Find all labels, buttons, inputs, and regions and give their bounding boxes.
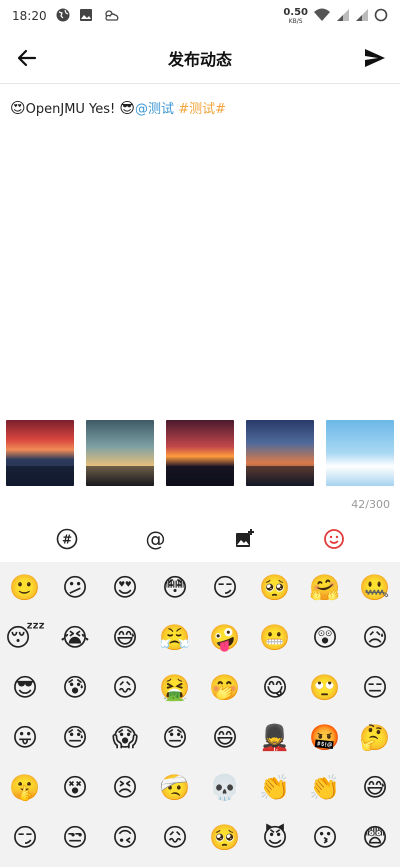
emoji-item[interactable]: 💂	[250, 712, 300, 762]
network-speed-value: 0.50	[283, 6, 308, 18]
emoji-item[interactable]: 🤐	[350, 562, 400, 612]
signal-icon	[336, 8, 350, 25]
emoji-item[interactable]: 😑	[350, 662, 400, 712]
emoji-item[interactable]: 🤮	[150, 662, 200, 712]
emoji-item[interactable]: 🤔	[350, 712, 400, 762]
emoji-item[interactable]: 😖	[150, 812, 200, 862]
emoji-item[interactable]: 😕	[50, 562, 100, 612]
image-thumbnail[interactable]	[246, 420, 314, 486]
emoji-item[interactable]: 😄	[200, 712, 250, 762]
emoji-icon	[323, 529, 344, 549]
image-thumbnail[interactable]	[326, 420, 394, 486]
wifi-icon	[313, 8, 331, 25]
emoji-button[interactable]	[321, 526, 347, 552]
emoji-item[interactable]: 🙂	[0, 562, 50, 612]
emoji-item[interactable]: 😭	[50, 612, 100, 662]
app-bar: 发布动态	[0, 32, 400, 84]
emoji-item[interactable]: 😏	[0, 812, 50, 862]
emoji-item[interactable]: 😍	[100, 562, 150, 612]
emoji-item[interactable]: 😗	[300, 812, 350, 862]
emoji-item[interactable]: 😓	[150, 712, 200, 762]
emoji-item[interactable]: 🤕	[150, 762, 200, 812]
post-content-editor[interactable]: 😍OpenJMU Yes! 😎@测试 #测试#	[10, 98, 390, 120]
network-speed: 0.50 KB/S	[283, 6, 308, 25]
emoji-item[interactable]: 😵	[50, 762, 100, 812]
image-thumbnail[interactable]	[86, 420, 154, 486]
send-icon[interactable]	[362, 45, 388, 71]
emoji-item[interactable]: 💀	[200, 762, 250, 812]
page-title: 发布动态	[167, 49, 232, 69]
image-thumbnail[interactable]	[166, 420, 234, 486]
mention-link[interactable]: @测试	[135, 102, 174, 117]
emoji-item[interactable]: 😨	[350, 812, 400, 862]
add-photo-icon	[235, 529, 254, 547]
image-icon	[79, 8, 93, 25]
emoji-item[interactable]: 🥺	[200, 812, 250, 862]
emoji-item[interactable]: 🙄	[300, 662, 350, 712]
back-arrow-icon[interactable]	[14, 45, 40, 71]
emoji-item[interactable]: 😖	[100, 662, 150, 712]
emoji-item[interactable]: 🙃	[100, 812, 150, 862]
emoji-grid: 🙂 😕 😍 😳 😏 🥺 🤗 🤐 😴 😭 😅 😤 🤪 😬 😲 😥 😎 😰 😖 🤮 🤭 😋 🙄 😑 😛 😓 😱 😓 😄 💂 🤬 🤔 🤫 😵 😣 🤕 💀 👏 👏 😅…	[0, 562, 400, 862]
smiling-heart-eyes-emoji: 😍	[10, 99, 26, 117]
add-image-button[interactable]	[232, 526, 258, 552]
mention-icon: @	[145, 527, 166, 551]
emoji-item[interactable]: 😛	[0, 712, 50, 762]
battery-icon	[374, 8, 388, 25]
emoji-item[interactable]: 😅	[350, 762, 400, 812]
emoji-item[interactable]: 😋	[250, 662, 300, 712]
post-text: OpenJMU Yes!	[25, 102, 120, 117]
network-speed-unit: KB/S	[288, 17, 303, 25]
emoji-item[interactable]: 😳	[150, 562, 200, 612]
status-bar: 18:20 0.50 KB/S	[0, 0, 400, 32]
sunglasses-emoji: 😎	[119, 99, 136, 117]
emoji-item[interactable]: 🤪	[200, 612, 250, 662]
status-right: 0.50 KB/S	[283, 6, 388, 25]
emoji-item[interactable]: 😱	[100, 712, 150, 762]
emoji-item[interactable]: 😥	[350, 612, 400, 662]
emoji-item[interactable]: 😴	[0, 612, 50, 662]
emoji-item[interactable]: 😅	[100, 612, 150, 662]
mention-button[interactable]: @	[143, 526, 169, 552]
emoji-item[interactable]: 😏	[200, 562, 250, 612]
status-left: 18:20	[12, 8, 120, 25]
emoji-item[interactable]: 😤	[150, 612, 200, 662]
emoji-item[interactable]: 🤬	[300, 712, 350, 762]
emoji-item[interactable]: 😈	[250, 812, 300, 862]
emoji-item[interactable]: 🤭	[200, 662, 250, 712]
emoji-item[interactable]: 😓	[50, 712, 100, 762]
character-counter: 42/300	[351, 498, 390, 511]
emoji-item[interactable]: 😬	[250, 612, 300, 662]
emoji-item[interactable]: 👏	[300, 762, 350, 812]
emoji-item[interactable]: 👏	[250, 762, 300, 812]
topic-icon: #	[61, 533, 71, 547]
topic-button[interactable]: #	[54, 526, 80, 552]
globe-icon	[56, 8, 70, 25]
emoji-item[interactable]: 😲	[300, 612, 350, 662]
status-time: 18:20	[12, 9, 47, 23]
signal-icon-2	[355, 8, 369, 25]
compose-toolbar: # @	[0, 522, 400, 556]
weather-icon	[102, 8, 120, 25]
emoji-panel: 🙂 😕 😍 😳 😏 🥺 🤗 🤐 😴 😭 😅 😤 🤪 😬 😲 😥 😎 😰 😖 🤮 🤭 😋 🙄 😑 😛 😓 😱 😓 😄 💂 🤬 🤔 🤫 😵 😣 🤕 💀 👏 👏 😅…	[0, 562, 400, 867]
topic-link[interactable]: #测试#	[178, 102, 226, 117]
emoji-item[interactable]: 😣	[100, 762, 150, 812]
emoji-item[interactable]: 😒	[50, 812, 100, 862]
emoji-item[interactable]: 🥺	[250, 562, 300, 612]
emoji-item[interactable]: 🤫	[0, 762, 50, 812]
image-thumbnail[interactable]	[6, 420, 74, 486]
image-thumbnails	[6, 420, 400, 486]
emoji-item[interactable]: 😎	[0, 662, 50, 712]
emoji-item[interactable]: 🤗	[300, 562, 350, 612]
emoji-item[interactable]: 😰	[50, 662, 100, 712]
